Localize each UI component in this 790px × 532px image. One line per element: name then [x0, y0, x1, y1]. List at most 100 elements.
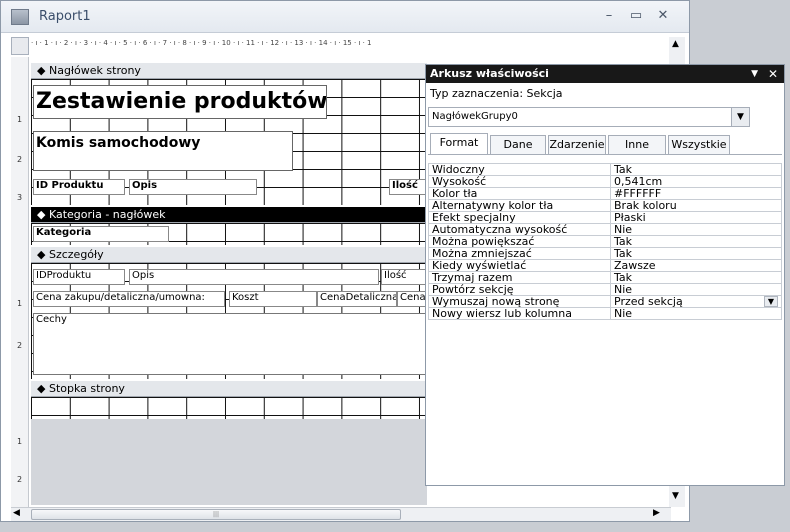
property-row[interactable]: Wymuszaj nową stronę Przed sekcją ▼ — [428, 295, 782, 308]
scroll-right-icon[interactable]: ▶ — [653, 508, 660, 518]
property-value[interactable]: Tak — [610, 271, 782, 284]
minimize-button[interactable]: – — [599, 7, 619, 25]
property-value[interactable]: Tak — [610, 235, 782, 248]
tab-format[interactable]: Format — [430, 133, 488, 154]
property-value[interactable]: Tak — [610, 163, 782, 176]
property-name: Można zmniejszać — [428, 247, 611, 260]
scroll-left-icon[interactable]: ◀ — [13, 508, 20, 518]
property-value[interactable]: Tak — [610, 247, 782, 260]
property-name: Wymuszaj nową stronę — [428, 295, 611, 308]
tab-inne[interactable]: Inne — [608, 135, 666, 154]
property-value[interactable]: #FFFFFF — [610, 187, 782, 200]
property-value[interactable]: Płaski — [610, 211, 782, 224]
section-label: Kategoria - nagłówek — [48, 208, 166, 221]
section-page-footer[interactable]: ◆ Stopka strony — [31, 381, 427, 397]
property-value[interactable]: Nie — [610, 223, 782, 236]
details-body[interactable]: IDProduktu Opis Ilość Cena zakupu/detali… — [31, 263, 429, 379]
property-sheet-title-bar[interactable]: Arkusz właściwości ▼ ✕ — [426, 65, 784, 83]
property-row[interactable]: Można powiększać Tak — [428, 235, 782, 248]
horizontal-scroll-thumb[interactable]: ||| — [31, 509, 401, 520]
report-background — [31, 419, 427, 505]
property-table: Widoczny Tak Wysokość 0,541cm Kolor tła #FFFF… — [428, 163, 782, 320]
property-sheet-title: Arkusz właściwości — [430, 67, 549, 80]
selected-object: NagłówekGrupy0 — [432, 111, 518, 122]
property-row[interactable]: Nowy wiersz lub kolumna Nie — [428, 307, 782, 320]
property-row[interactable]: Trzymaj razem Tak — [428, 271, 782, 284]
property-value[interactable]: Przed sekcją ▼ — [610, 295, 782, 308]
textbox-id-produktu[interactable]: IDProduktu — [33, 269, 125, 285]
section-label: Nagłówek strony — [48, 64, 141, 77]
label-cena[interactable]: Cena zakupu/detaliczna/umowna: — [33, 291, 225, 307]
property-name: Nowy wiersz lub kolumna — [428, 307, 611, 320]
vruler-mark: 1 — [17, 437, 23, 446]
property-row[interactable]: Efekt specjalny Płaski — [428, 211, 782, 224]
scroll-down-icon[interactable]: ▼ — [672, 491, 679, 501]
section-page-header[interactable]: ◆ Nagłówek strony — [31, 63, 427, 79]
tab-divider — [428, 154, 782, 155]
report-selector[interactable] — [11, 37, 29, 55]
report-title-label[interactable]: Zestawienie produktów — [33, 85, 327, 119]
close-icon[interactable]: ✕ — [768, 65, 778, 83]
property-name: Trzymaj razem — [428, 271, 611, 284]
vertical-ruler: 1 2 3 1 2 1 2 — [11, 57, 29, 507]
vruler-mark: 1 — [17, 115, 23, 124]
property-sheet: Arkusz właściwości ▼ ✕ Typ zaznaczenia: … — [425, 64, 785, 486]
label-ilosc[interactable]: Ilość — [389, 179, 429, 195]
property-row[interactable]: Widoczny Tak — [428, 163, 782, 176]
title-bar[interactable]: Raport1 – ▭ ✕ — [1, 1, 689, 33]
tab-wszystkie[interactable]: Wszystkie — [668, 135, 730, 154]
property-name: Wysokość — [428, 175, 611, 188]
property-name: Kiedy wyświetlać — [428, 259, 611, 272]
horizontal-ruler: · ı · 1 · ı · 2 · ı · 3 · ı · 4 · ı · 5 … — [31, 39, 372, 47]
page-footer-body[interactable] — [31, 397, 427, 419]
maximize-button[interactable]: ▭ — [626, 7, 646, 25]
vruler-mark: 2 — [17, 341, 23, 350]
property-row[interactable]: Kiedy wyświetlać Zawsze — [428, 259, 782, 272]
label-opis[interactable]: Opis — [129, 179, 257, 195]
property-name: Można powiększać — [428, 235, 611, 248]
label-id-produktu[interactable]: ID Produktu — [33, 179, 125, 195]
section-label: Stopka strony — [48, 382, 125, 395]
property-value[interactable]: Nie — [610, 307, 782, 320]
textbox-opis[interactable]: Opis — [129, 269, 379, 285]
property-row[interactable]: Kolor tła #FFFFFF — [428, 187, 782, 200]
dropdown-icon[interactable]: ▼ — [751, 65, 758, 83]
property-value[interactable]: Nie — [610, 283, 782, 296]
property-value[interactable]: Zawsze — [610, 259, 782, 272]
property-name: Kolor tła — [428, 187, 611, 200]
property-row[interactable]: Automatyczna wysokość Nie — [428, 223, 782, 236]
vruler-mark: 1 — [17, 299, 23, 308]
vruler-mark: 3 — [17, 193, 23, 202]
report-icon — [11, 9, 29, 25]
tab-dane[interactable]: Dane — [490, 135, 546, 154]
property-name: Alternatywny kolor tła — [428, 199, 611, 212]
subtitle-label[interactable]: Komis samochodowy — [33, 131, 293, 171]
textbox-koszt[interactable]: Koszt — [229, 291, 317, 307]
chevron-down-icon[interactable]: ▼ — [764, 296, 778, 307]
section-category-header[interactable]: ◆ Kategoria - nagłówek — [31, 207, 427, 223]
property-name: Powtórz sekcję — [428, 283, 611, 296]
window-title: Raport1 — [39, 9, 91, 24]
scroll-up-icon[interactable]: ▲ — [672, 39, 679, 49]
horizontal-scrollbar[interactable]: ◀ ||| ▶ — [11, 507, 671, 521]
property-row[interactable]: Wysokość 0,541cm — [428, 175, 782, 188]
textbox-cechy[interactable]: Cechy — [33, 313, 429, 375]
tab-zdarzenie[interactable]: Zdarzenie — [548, 135, 606, 154]
selection-type-label: Typ zaznaczenia: Sekcja — [430, 87, 563, 100]
section-details[interactable]: ◆ Szczegóły — [31, 247, 427, 263]
section-label: Szczegóły — [48, 248, 104, 261]
close-button[interactable]: ✕ — [653, 7, 673, 25]
property-row[interactable]: Można zmniejszać Tak — [428, 247, 782, 260]
textbox-ilosc[interactable]: Ilość — [381, 269, 429, 285]
property-value[interactable]: 0,541cm — [610, 175, 782, 188]
category-header-body[interactable]: Kategoria — [31, 223, 427, 245]
category-textbox[interactable]: Kategoria — [33, 226, 169, 242]
page-header-body[interactable]: Zestawienie produktów Komis samochodowy … — [31, 79, 429, 205]
property-row[interactable]: Powtórz sekcję Nie — [428, 283, 782, 296]
property-value[interactable]: Brak koloru — [610, 199, 782, 212]
chevron-down-icon[interactable]: ▼ — [731, 108, 749, 126]
textbox-cena-detaliczna[interactable]: CenaDetaliczna — [317, 291, 397, 307]
property-row[interactable]: Alternatywny kolor tła Brak koloru — [428, 199, 782, 212]
property-name: Automatyczna wysokość — [428, 223, 611, 236]
selection-dropdown[interactable]: NagłówekGrupy0 ▼ — [428, 107, 750, 127]
